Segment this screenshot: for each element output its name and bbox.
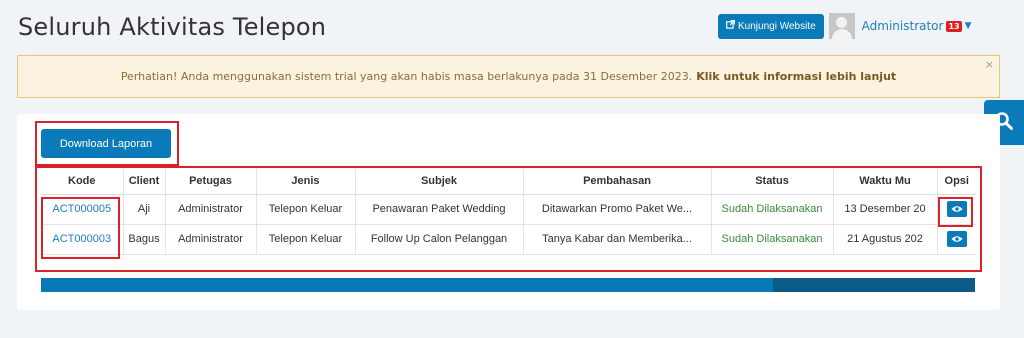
column-header[interactable]: Subjek [354,169,523,195]
table-cell: Ditawarkan Promo Paket We... [522,194,711,225]
column-header[interactable]: Petugas [164,169,256,195]
table-row: ACT000005 Aji Administrator Telepon Kelu… [41,194,976,225]
visit-website-label: Kunjungi Website [738,20,816,32]
table-cell: Follow Up Calon Pelanggan [354,224,523,255]
table-cell: 21 Agustus 202 [832,224,937,255]
notification-badge: 13 [946,20,962,32]
table-cell: Bagus [122,224,165,255]
visit-website-button[interactable]: Kunjungi Website [718,13,824,39]
status-cell: Sudah Dilaksanakan [710,194,833,225]
column-header[interactable]: Pembahasan [522,169,711,195]
table-cell: Telepon Keluar [255,194,355,225]
activity-code-link[interactable]: ACT000003 [41,224,123,255]
table-cell: 13 Desember 20 [832,194,937,225]
table-row: ACT000003 Bagus Administrator Telepon Ke… [41,224,976,255]
table-cell: Aji [122,194,165,225]
scrollbar-thumb[interactable] [773,278,975,292]
alert-link[interactable]: Klik untuk informasi lebih lanjut [696,70,896,83]
table-cell: Tanya Kabar dan Memberika... [522,224,711,255]
eye-icon [951,236,963,242]
table-header-row: Kode Client Petugas Jenis Subjek Pembaha… [41,169,976,195]
column-header[interactable]: Jenis [255,169,355,195]
close-icon[interactable]: × [985,58,994,71]
column-header[interactable]: Client [122,169,165,195]
view-button[interactable] [946,201,967,217]
options-cell [936,194,976,225]
eye-icon [951,206,963,212]
column-header[interactable]: Status [710,169,833,195]
table-cell: Administrator [164,224,256,255]
avatar-icon[interactable] [828,13,855,39]
column-header[interactable]: Waktu Mu [832,169,937,195]
column-header: Opsi [936,169,976,195]
activity-table: Kode Client Petugas Jenis Subjek Pembaha… [41,169,976,262]
options-cell [936,224,976,255]
trial-alert: Perhatian! Anda menggunakan sistem trial… [17,55,1000,98]
page-title: Seluruh Aktivitas Telepon [18,13,327,41]
horizontal-scrollbar[interactable] [41,278,975,292]
user-menu[interactable]: Administrator 13 ▼ [862,19,972,33]
external-link-icon [726,19,736,32]
alert-text: Perhatian! Anda menggunakan sistem trial… [120,70,693,83]
activity-code-link[interactable]: ACT000005 [41,194,123,225]
header-actions: Kunjungi Website Administrator 13 ▼ [718,13,972,39]
table-cell: Administrator [164,194,256,225]
caret-down-icon: ▼ [964,21,972,31]
download-report-button[interactable]: Download Laporan [41,129,171,158]
table-cell: Penawaran Paket Wedding [354,194,523,225]
status-cell: Sudah Dilaksanakan [710,224,833,255]
view-button[interactable] [946,231,967,247]
column-header[interactable]: Kode [41,169,123,195]
table-cell: Telepon Keluar [255,224,355,255]
user-name: Administrator [861,19,944,33]
